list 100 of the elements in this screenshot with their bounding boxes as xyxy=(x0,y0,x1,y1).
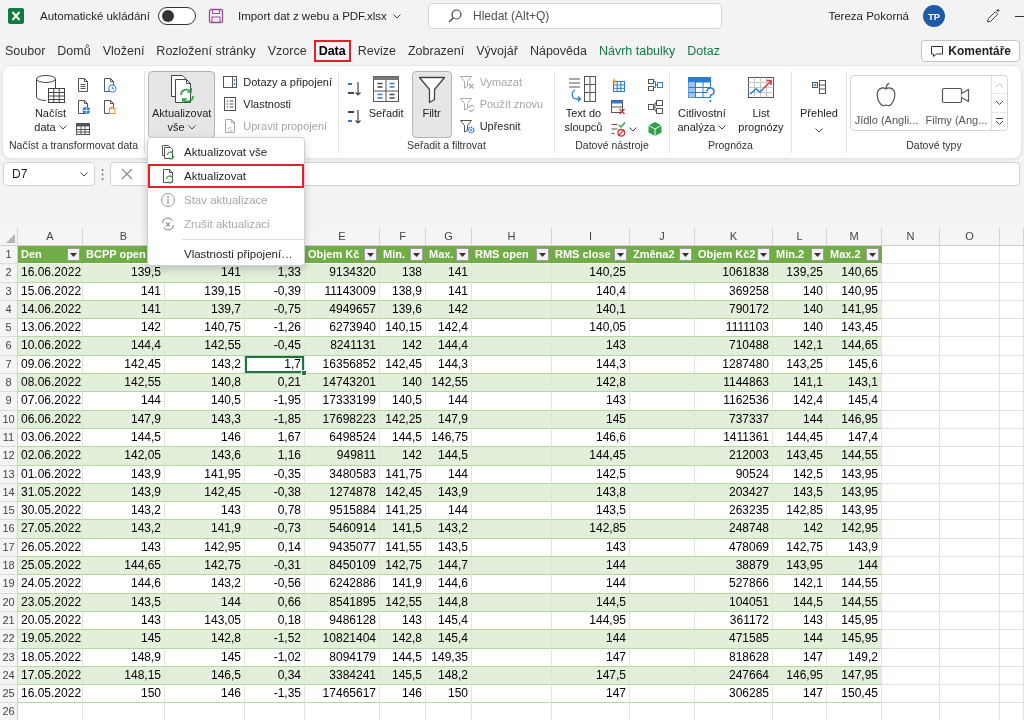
table-cell[interactable]: 144 xyxy=(552,575,630,594)
grid-cell[interactable] xyxy=(940,575,1000,594)
table-cell[interactable]: 143,95 xyxy=(827,502,882,521)
ribbon-tab[interactable]: Domů xyxy=(52,40,96,62)
table-cell[interactable]: 143,2 xyxy=(83,520,165,539)
filter-button[interactable] xyxy=(866,248,879,262)
table-cell[interactable]: 143 xyxy=(552,392,630,411)
file-name-button[interactable]: Import dat z webu a PDF.xlsx xyxy=(237,10,401,22)
grid-cell[interactable] xyxy=(882,703,940,720)
grid-cell[interactable] xyxy=(940,703,1000,720)
grid-cell[interactable] xyxy=(695,703,773,720)
table-cell[interactable]: 38879 xyxy=(695,557,773,576)
table-cell[interactable]: 142 xyxy=(380,337,426,356)
table-cell[interactable]: 142,75 xyxy=(380,557,426,576)
table-cell[interactable]: 143,6 xyxy=(165,447,245,466)
autosave-toggle[interactable] xyxy=(157,7,196,25)
grid-cell[interactable] xyxy=(245,703,305,720)
grid-cell[interactable] xyxy=(1000,520,1024,539)
table-cell[interactable] xyxy=(472,374,552,393)
cube-icon[interactable] xyxy=(647,121,664,137)
grid-cell[interactable] xyxy=(1000,246,1024,265)
grid-cell[interactable] xyxy=(882,520,940,539)
table-cell[interactable]: 710488 xyxy=(695,337,773,356)
table-cell[interactable]: 142,4 xyxy=(773,392,827,411)
grid-lightning-icon[interactable] xyxy=(610,77,627,93)
table-cell[interactable] xyxy=(472,557,552,576)
row-number[interactable]: 18 xyxy=(0,557,18,576)
grid-cell[interactable] xyxy=(940,502,1000,521)
table-cell[interactable]: -1,95 xyxy=(245,392,305,411)
table-cell[interactable]: 143 xyxy=(552,337,630,356)
table-cell[interactable]: 141,9 xyxy=(380,575,426,594)
table-cell[interactable]: 0,78 xyxy=(245,502,305,521)
grid-cell[interactable] xyxy=(1000,447,1024,466)
grid-cell[interactable] xyxy=(1000,502,1024,521)
table-cell[interactable]: 306285 xyxy=(695,685,773,704)
table-cell[interactable]: 212003 xyxy=(695,447,773,466)
table-cell[interactable]: 147 xyxy=(552,685,630,704)
table-cell[interactable]: 144,65 xyxy=(83,557,165,576)
table-cell[interactable]: 25.05.2022 xyxy=(18,557,83,576)
table-cell[interactable] xyxy=(472,392,552,411)
row-number[interactable]: 15 xyxy=(0,502,18,521)
table-cell[interactable]: 150 xyxy=(426,685,472,704)
ribbon-button[interactable]: Načíst data xyxy=(30,71,71,138)
row-number[interactable]: 8 xyxy=(0,374,18,393)
table-cell[interactable] xyxy=(472,502,552,521)
table-cell[interactable]: 144,65 xyxy=(827,337,882,356)
column-header[interactable] xyxy=(1000,228,1024,246)
table-cell[interactable]: 13.06.2022 xyxy=(18,319,83,338)
menu-item[interactable]: Vlastnosti připojení… xyxy=(148,243,304,265)
relationships-icon[interactable] xyxy=(647,99,664,115)
ribbon-tab[interactable]: Revize xyxy=(352,40,401,62)
ribbon-tab[interactable]: Data xyxy=(313,40,351,62)
table-cell[interactable]: 143,2 xyxy=(165,575,245,594)
grid-cell[interactable] xyxy=(882,557,940,576)
table-cell[interactable]: 02.06.2022 xyxy=(18,447,83,466)
grid-cell[interactable] xyxy=(380,703,426,720)
sort-ascending-icon[interactable] xyxy=(346,80,361,98)
validation-icon[interactable] xyxy=(610,121,627,137)
table-cell[interactable]: 144 xyxy=(83,392,165,411)
table-cell[interactable] xyxy=(472,447,552,466)
table-cell[interactable] xyxy=(630,374,695,393)
table-cell[interactable]: 140,8 xyxy=(165,374,245,393)
grid-cell[interactable] xyxy=(426,703,472,720)
table-cell[interactable]: 143,1 xyxy=(827,374,882,393)
sort-descending-icon[interactable] xyxy=(346,108,361,126)
grid-cell[interactable] xyxy=(940,264,1000,283)
ribbon-button[interactable]: List prognózy xyxy=(734,71,788,138)
grid-cell[interactable] xyxy=(1000,374,1024,393)
table-cell[interactable]: 145,4 xyxy=(426,630,472,649)
column-letter[interactable]: N xyxy=(882,228,940,246)
table-cell[interactable]: 142 xyxy=(773,520,827,539)
table-cell[interactable] xyxy=(472,337,552,356)
table-cell[interactable]: 142,55 xyxy=(426,374,472,393)
filter-button[interactable] xyxy=(757,248,770,262)
table-cell[interactable]: 140 xyxy=(380,374,426,393)
table-cell[interactable]: 144 xyxy=(773,630,827,649)
table-cell[interactable]: 07.06.2022 xyxy=(18,392,83,411)
table-cell[interactable]: 27.05.2022 xyxy=(18,520,83,539)
grid-cell[interactable] xyxy=(882,337,940,356)
table-cell[interactable]: 144,7 xyxy=(426,557,472,576)
table-cell[interactable]: 527866 xyxy=(695,575,773,594)
table-cell[interactable] xyxy=(630,337,695,356)
grid-cell[interactable] xyxy=(165,703,245,720)
save-icon[interactable] xyxy=(207,8,224,24)
table-cell[interactable]: 145 xyxy=(83,630,165,649)
vertical-dots-icon[interactable] xyxy=(101,167,104,181)
column-letter[interactable]: F xyxy=(380,228,426,246)
grid-cell[interactable] xyxy=(1000,685,1024,704)
table-cell[interactable]: 1144863 xyxy=(695,374,773,393)
column-letter[interactable]: K xyxy=(695,228,773,246)
row-number[interactable]: 1 xyxy=(0,246,18,265)
table-cell[interactable] xyxy=(630,502,695,521)
table-cell[interactable]: 1061838 xyxy=(695,264,773,283)
table-cell[interactable]: 140,65 xyxy=(827,264,882,283)
table-cell[interactable]: 6242886 xyxy=(305,575,380,594)
grid-cell[interactable] xyxy=(630,703,695,720)
grid-cell[interactable] xyxy=(1000,319,1024,338)
table-cell[interactable]: 1162536 xyxy=(695,392,773,411)
table-cell[interactable]: 143,45 xyxy=(827,319,882,338)
name-box[interactable]: D7 xyxy=(3,162,95,186)
